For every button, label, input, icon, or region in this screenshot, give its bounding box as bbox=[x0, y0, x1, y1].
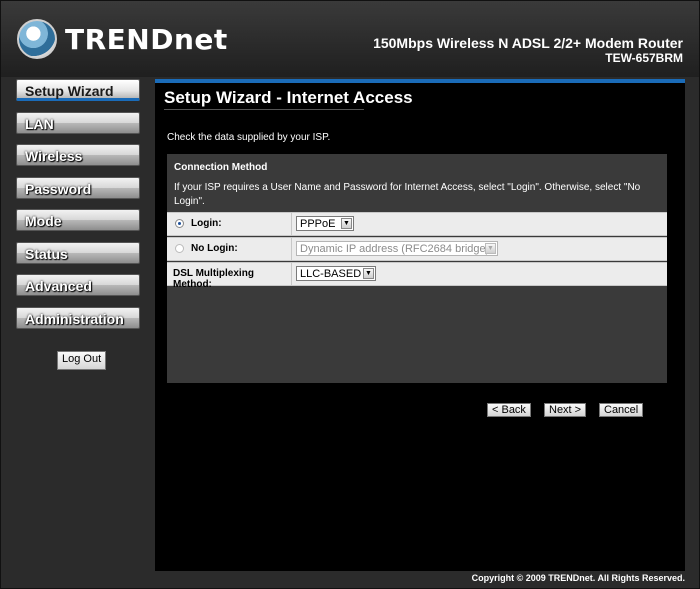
multiplex-row: DSL Multiplexing Method: LLC-BASED ▼ bbox=[167, 262, 667, 290]
nologin-type-value: Dynamic IP address (RFC2684 bridge) bbox=[300, 243, 490, 255]
login-row: Login: PPPoE ▼ bbox=[167, 212, 667, 236]
copyright-footer: Copyright © 2009 TRENDnet. All Rights Re… bbox=[471, 573, 685, 583]
login-label-cell: Login: bbox=[167, 213, 292, 235]
sidebar-item-setup-wizard[interactable]: Setup Wizard bbox=[16, 79, 140, 101]
login-label: Login: bbox=[191, 218, 222, 229]
sidebar-item-status[interactable]: Status bbox=[16, 241, 140, 264]
trendnet-logo-icon bbox=[17, 19, 57, 59]
product-name: 150Mbps Wireless N ADSL 2/2+ Modem Route… bbox=[373, 35, 683, 51]
router-admin-page: TRENDnet 150Mbps Wireless N ADSL 2/2+ Mo… bbox=[0, 0, 700, 589]
multiplex-select[interactable]: LLC-BASED ▼ bbox=[296, 266, 376, 281]
multiplex-value: LLC-BASED bbox=[300, 268, 362, 280]
sidebar-item-lan[interactable]: LAN bbox=[16, 111, 140, 134]
back-button[interactable]: < Back bbox=[487, 403, 531, 417]
section-description: If your ISP requires a User Name and Pas… bbox=[174, 182, 641, 207]
sidebar-item-password[interactable]: Password bbox=[16, 176, 140, 199]
sidebar-item-mode[interactable]: Mode bbox=[16, 209, 140, 231]
logout-button[interactable]: Log Out bbox=[57, 351, 107, 370]
login-radio[interactable] bbox=[175, 219, 184, 228]
connection-method-panel: Connection Method If your ISP requires a… bbox=[167, 154, 667, 383]
section-heading: Connection Method bbox=[174, 162, 268, 173]
multiplex-label: DSL Multiplexing Method: bbox=[173, 268, 254, 290]
sidebar-item-administration[interactable]: Administration bbox=[16, 306, 140, 329]
login-type-value: PPPoE bbox=[300, 218, 336, 230]
nologin-label: No Login: bbox=[191, 243, 238, 254]
nologin-row: No Login: Dynamic IP address (RFC2684 br… bbox=[167, 237, 667, 261]
nologin-radio[interactable] bbox=[175, 244, 184, 253]
instruction-text: Check the data supplied by your ISP. bbox=[167, 132, 331, 143]
model-number: TEW-657BRM bbox=[605, 51, 683, 65]
sidebar-nav: Setup Wizard LAN Wireless Password Mode … bbox=[16, 79, 142, 339]
cancel-button[interactable]: Cancel bbox=[599, 403, 644, 417]
logo-text: TRENDnet bbox=[65, 23, 228, 56]
chevron-down-icon: ▼ bbox=[363, 268, 374, 279]
page-title: Setup Wizard - Internet Access bbox=[164, 88, 413, 107]
chevron-down-icon: ▼ bbox=[485, 243, 496, 254]
nologin-label-cell: No Login: bbox=[167, 238, 292, 260]
sidebar-item-wireless[interactable]: Wireless bbox=[16, 144, 140, 166]
title-divider bbox=[164, 109, 364, 110]
main-content: Setup Wizard - Internet Access Check the… bbox=[155, 79, 685, 571]
chevron-down-icon: ▼ bbox=[341, 218, 352, 229]
login-type-select[interactable]: PPPoE ▼ bbox=[296, 216, 354, 231]
multiplex-label-cell: DSL Multiplexing Method: bbox=[167, 263, 292, 290]
header: TRENDnet 150Mbps Wireless N ADSL 2/2+ Mo… bbox=[1, 1, 699, 77]
nologin-type-select: Dynamic IP address (RFC2684 bridge) ▼ bbox=[296, 241, 498, 256]
sidebar-item-advanced[interactable]: Advanced bbox=[16, 274, 140, 296]
next-button[interactable]: Next > bbox=[544, 403, 587, 417]
accent-bar bbox=[155, 79, 685, 83]
